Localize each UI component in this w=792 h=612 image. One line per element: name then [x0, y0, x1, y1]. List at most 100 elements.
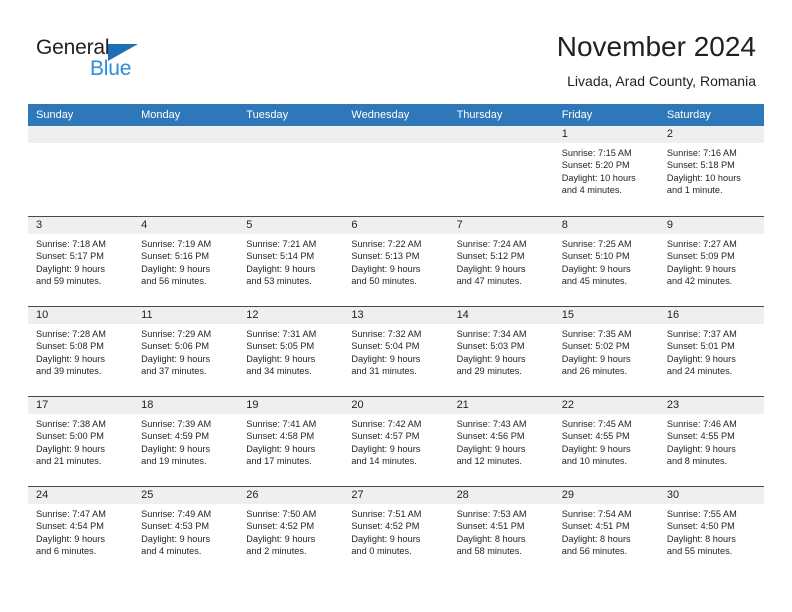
calendar-day-13[interactable]: 13 Sunrise: 7:32 AM Sunset: 5:04 PM Dayligh… — [343, 307, 449, 396]
day-detail-line: Sunrise: 7:25 AM — [561, 239, 632, 249]
day-detail-line: and 12 minutes. — [456, 456, 522, 467]
day-details — [449, 143, 554, 147]
day-detail-line: Sunset: 4:59 PM — [141, 431, 210, 442]
day-number: 25 — [133, 487, 239, 504]
calendar-day-26[interactable]: 26 Sunrise: 7:50 AM Sunset: 4:52 PM Dayligh… — [238, 487, 344, 576]
calendar-day-9[interactable]: 9 Sunrise: 7:27 AM Sunset: 5:09 PM Daylight… — [658, 217, 764, 306]
calendar-day-3[interactable]: 3 Sunrise: 7:18 AM Sunset: 5:17 PM Daylight… — [28, 217, 134, 306]
day-number: 20 — [343, 397, 449, 414]
day-detail-line: Daylight: 9 hours — [456, 263, 526, 274]
day-detail-line: Sunrise: 7:24 AM — [456, 239, 527, 249]
day-detail-line: and 21 minutes. — [36, 456, 102, 467]
day-number: 11 — [133, 307, 239, 324]
day-detail-line: Sunrise: 7:38 AM — [36, 419, 106, 429]
day-number: 19 — [238, 397, 344, 414]
day-details: Sunrise: 7:47 AM Sunset: 4:54 PM Daylight:… — [28, 504, 133, 558]
day-detail-line: Daylight: 10 hours — [666, 172, 741, 183]
day-detail-line: Sunrise: 7:51 AM — [351, 509, 422, 519]
day-number — [448, 126, 554, 143]
day-detail-line: Daylight: 9 hours — [666, 443, 736, 454]
calendar-day-28[interactable]: 28 Sunrise: 7:53 AM Sunset: 4:51 PM Dayligh… — [448, 487, 554, 576]
calendar-day-18[interactable]: 18 Sunrise: 7:39 AM Sunset: 4:59 PM Dayligh… — [133, 397, 239, 486]
day-detail-line: Daylight: 9 hours — [246, 443, 316, 454]
day-number: 26 — [238, 487, 344, 504]
calendar-day-29[interactable]: 29 Sunrise: 7:54 AM Sunset: 4:51 PM Dayligh… — [553, 487, 659, 576]
calendar-day-25[interactable]: 25 Sunrise: 7:49 AM Sunset: 4:53 PM Dayligh… — [133, 487, 239, 576]
day-detail-line: and 47 minutes. — [456, 276, 522, 287]
day-detail-line: Sunset: 5:04 PM — [351, 341, 420, 352]
day-detail-line: Sunset: 5:12 PM — [456, 251, 525, 262]
day-detail-line: Daylight: 9 hours — [456, 353, 526, 364]
day-details: Sunrise: 7:28 AM Sunset: 5:08 PM Daylight:… — [28, 324, 133, 378]
day-detail-line: and 50 minutes. — [351, 276, 417, 287]
calendar-day-17[interactable]: 17 Sunrise: 7:38 AM Sunset: 5:00 PM Dayligh… — [28, 397, 134, 486]
calendar-day-19[interactable]: 19 Sunrise: 7:41 AM Sunset: 4:58 PM Dayligh… — [238, 397, 344, 486]
calendar-day-empty — [448, 126, 554, 216]
day-detail-line: and 6 minutes. — [36, 546, 97, 557]
day-details: Sunrise: 7:25 AM Sunset: 5:10 PM Daylight:… — [554, 234, 659, 288]
weekday-header-row: Sunday Monday Tuesday Wednesday Thursday Frid… — [28, 104, 764, 126]
day-detail-line: Sunrise: 7:49 AM — [141, 509, 212, 519]
calendar-day-5[interactable]: 5 Sunrise: 7:21 AM Sunset: 5:14 PM Daylight… — [238, 217, 344, 306]
day-detail-line: Daylight: 8 hours — [666, 533, 736, 544]
calendar-day-22[interactable]: 22 Sunrise: 7:45 AM Sunset: 4:55 PM Dayligh… — [553, 397, 659, 486]
day-detail-line: and 4 minutes. — [141, 546, 202, 557]
calendar-day-7[interactable]: 7 Sunrise: 7:24 AM Sunset: 5:12 PM Daylight… — [448, 217, 554, 306]
day-detail-line: Sunrise: 7:47 AM — [36, 509, 106, 519]
day-detail-line: Sunset: 5:09 PM — [666, 251, 735, 262]
day-detail-line: Daylight: 9 hours — [141, 263, 211, 274]
day-detail-line: Sunset: 5:03 PM — [456, 341, 525, 352]
calendar-day-1[interactable]: 1 Sunrise: 7:15 AM Sunset: 5:20 PM Daylight… — [553, 126, 659, 216]
day-detail-line: Sunrise: 7:16 AM — [666, 148, 737, 158]
calendar-day-20[interactable]: 20 Sunrise: 7:42 AM Sunset: 4:57 PM Dayligh… — [343, 397, 449, 486]
calendar-day-8[interactable]: 8 Sunrise: 7:25 AM Sunset: 5:10 PM Daylight… — [553, 217, 659, 306]
calendar-day-30[interactable]: 30 Sunrise: 7:55 AM Sunset: 4:50 PM Dayligh… — [658, 487, 764, 576]
day-detail-line: Daylight: 9 hours — [561, 263, 631, 274]
day-details: Sunrise: 7:32 AM Sunset: 5:04 PM Daylight:… — [343, 324, 448, 378]
day-detail-line: Sunrise: 7:37 AM — [666, 329, 737, 339]
weekday-header-friday: Friday — [561, 109, 593, 121]
day-detail-line: Sunset: 5:13 PM — [351, 251, 420, 262]
day-detail-line: Sunset: 5:17 PM — [36, 251, 104, 262]
calendar-day-11[interactable]: 11 Sunrise: 7:29 AM Sunset: 5:06 PM Dayligh… — [133, 307, 239, 396]
calendar-day-14[interactable]: 14 Sunrise: 7:34 AM Sunset: 5:03 PM Dayligh… — [448, 307, 554, 396]
logo[interactable]: General Blue — [36, 36, 216, 86]
calendar-day-27[interactable]: 27 Sunrise: 7:51 AM Sunset: 4:52 PM Dayligh… — [343, 487, 449, 576]
day-details — [133, 143, 238, 147]
day-number — [343, 126, 449, 143]
page-title: November 2024 — [556, 31, 756, 62]
calendar-day-24[interactable]: 24 Sunrise: 7:47 AM Sunset: 4:54 PM Dayligh… — [28, 487, 134, 576]
day-detail-line: and 19 minutes. — [141, 456, 207, 467]
calendar-day-6[interactable]: 6 Sunrise: 7:22 AM Sunset: 5:13 PM Daylight… — [343, 217, 449, 306]
day-detail-line: Daylight: 9 hours — [666, 353, 736, 364]
calendar-day-15[interactable]: 15 Sunrise: 7:35 AM Sunset: 5:02 PM Dayligh… — [553, 307, 659, 396]
day-detail-line: Daylight: 9 hours — [246, 353, 316, 364]
day-detail-line: Daylight: 9 hours — [351, 533, 421, 544]
calendar-day-21[interactable]: 21 Sunrise: 7:43 AM Sunset: 4:56 PM Dayligh… — [448, 397, 554, 486]
calendar-day-23[interactable]: 23 Sunrise: 7:46 AM Sunset: 4:55 PM Dayligh… — [658, 397, 764, 486]
day-number: 28 — [448, 487, 554, 504]
calendar-day-16[interactable]: 16 Sunrise: 7:37 AM Sunset: 5:01 PM Dayligh… — [658, 307, 764, 396]
day-number: 29 — [553, 487, 659, 504]
weekday-header-saturday: Saturday — [666, 109, 711, 121]
day-number: 2 — [658, 126, 764, 143]
day-number: 12 — [238, 307, 344, 324]
day-number: 1 — [553, 126, 659, 143]
day-detail-line: Sunrise: 7:32 AM — [351, 329, 422, 339]
day-number: 14 — [448, 307, 554, 324]
calendar-day-empty — [343, 126, 449, 216]
day-detail-line: Sunrise: 7:29 AM — [141, 329, 212, 339]
calendar-day-10[interactable]: 10 Sunrise: 7:28 AM Sunset: 5:08 PM Dayligh… — [28, 307, 134, 396]
day-detail-line: and 42 minutes. — [666, 276, 733, 287]
calendar-day-4[interactable]: 4 Sunrise: 7:19 AM Sunset: 5:16 PM Daylight… — [133, 217, 239, 306]
day-detail-line: Sunset: 4:58 PM — [246, 431, 315, 442]
calendar-grid: Sunday Monday Tuesday Wednesday Thursday Frid… — [28, 104, 764, 576]
calendar-day-2[interactable]: 2 Sunrise: 7:16 AM Sunset: 5:18 PM Daylight… — [658, 126, 764, 216]
day-details: Sunrise: 7:49 AM Sunset: 4:53 PM Daylight:… — [133, 504, 238, 558]
day-number: 17 — [28, 397, 134, 414]
calendar-day-empty — [238, 126, 344, 216]
day-detail-line: Daylight: 9 hours — [36, 353, 105, 364]
calendar-day-12[interactable]: 12 Sunrise: 7:31 AM Sunset: 5:05 PM Dayligh… — [238, 307, 344, 396]
day-number: 16 — [658, 307, 764, 324]
day-detail-line: and 8 minutes. — [666, 456, 728, 467]
